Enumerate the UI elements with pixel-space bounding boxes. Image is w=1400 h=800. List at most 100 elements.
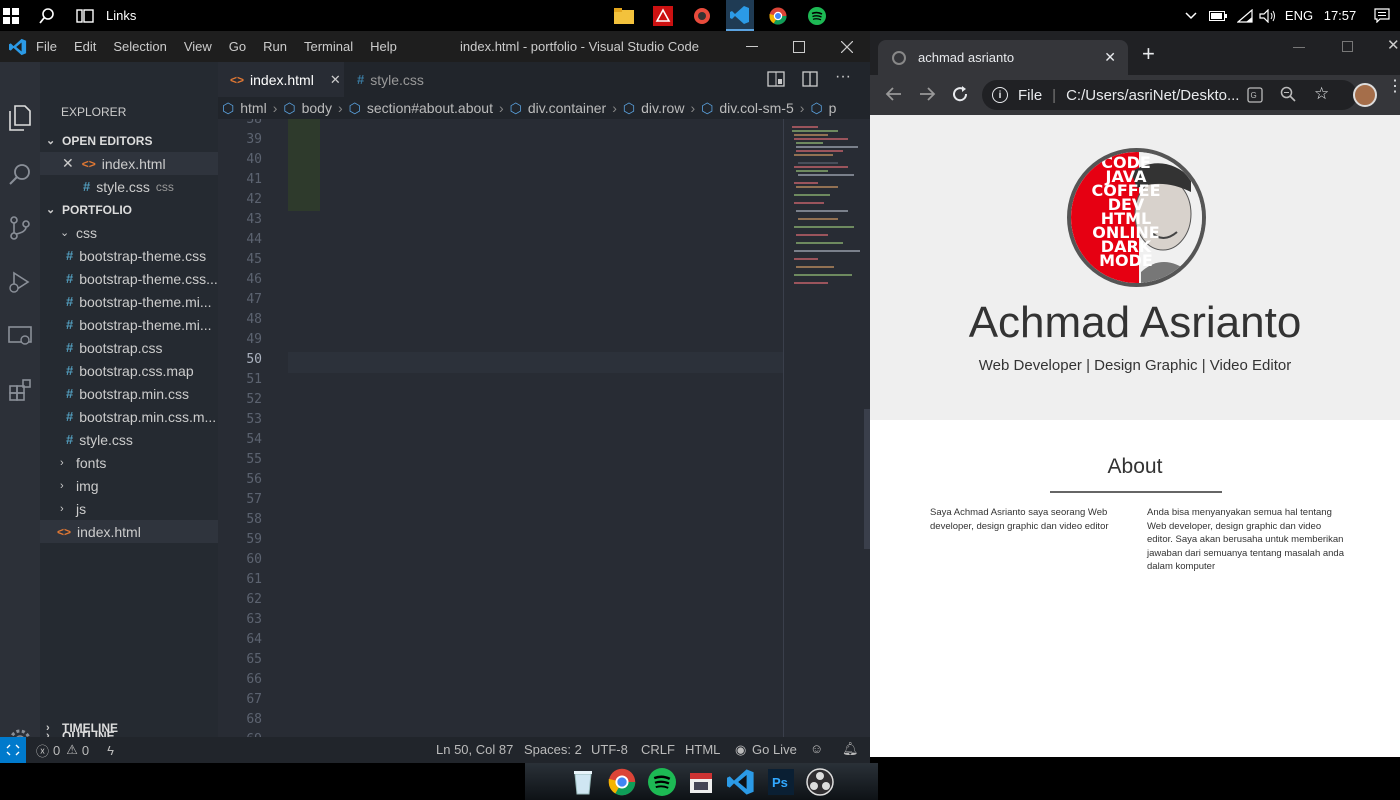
chrome-menu-icon[interactable]: ⋮ [1387,79,1400,95]
spotify-dock-icon[interactable] [646,766,678,798]
volume-icon[interactable] [1258,0,1278,31]
tree-folder-fonts[interactable]: › fonts [40,451,218,474]
tree-file[interactable]: # bootstrap-theme.css... [40,267,218,290]
task-view-icon[interactable] [74,0,96,31]
browser-tab[interactable]: achmad asrianto ✕ [878,40,1128,75]
run-debug-icon[interactable] [4,266,36,298]
remote-explorer-icon[interactable] [4,320,36,352]
breadcrumb-item[interactable]: div.col-sm-5 [719,100,793,116]
open-preview-icon[interactable] [767,71,785,92]
photoshop-dock-icon[interactable]: Ps [765,766,797,798]
translate-icon[interactable]: G [1247,87,1263,107]
breadcrumb-item[interactable]: html [240,100,266,116]
lightning-icon[interactable]: ϟ [107,743,114,758]
source-control-icon[interactable] [4,212,36,244]
clock[interactable]: 17:57 [1320,0,1360,31]
menu-selection[interactable]: Selection [113,39,166,54]
tree-folder-css[interactable]: ⌄ css [40,221,218,244]
minimap[interactable] [783,119,870,737]
tree-file-index[interactable]: <> index.html [40,520,218,543]
breadcrumb-item[interactable]: p [829,100,837,116]
spotify-taskbar-icon[interactable] [805,0,829,31]
warning-count[interactable]: 0 [82,743,89,758]
recycle-bin-icon[interactable] [567,766,599,798]
new-tab-icon[interactable]: + [1142,43,1155,65]
portfolio-header[interactable]: ⌄ PORTFOLIO [40,198,218,221]
tree-file[interactable]: # bootstrap-theme.mi... [40,290,218,313]
file-explorer-icon[interactable] [612,0,636,31]
error-icon[interactable]: ⓧ [36,741,49,760]
vscode-taskbar-icon[interactable] [726,0,754,31]
tree-file[interactable]: # bootstrap.min.css.m... [40,405,218,428]
menu-go[interactable]: Go [229,39,246,54]
reload-icon[interactable] [951,85,969,107]
close-tab-icon[interactable]: ✕ [1104,49,1116,66]
calendar-dock-icon[interactable] [685,766,717,798]
menu-terminal[interactable]: Terminal [304,39,353,54]
language-indicator[interactable]: ENG [1284,0,1314,31]
menu-run[interactable]: Run [263,39,287,54]
code-editor[interactable]: 38 39 40 41 42 43 44 45 46 47 48 49 50 5… [218,119,783,737]
tree-file[interactable]: # bootstrap-theme.css [40,244,218,267]
tree-file[interactable]: # bootstrap.css.map [40,359,218,382]
more-actions-icon[interactable]: ··· [835,68,851,86]
tree-folder-img[interactable]: › img [40,474,218,497]
line-ending[interactable]: CRLF [641,742,675,757]
minimize-button[interactable] [1293,47,1305,48]
bookmark-star-icon[interactable]: ☆ [1314,84,1329,104]
windows-start-icon[interactable] [0,0,22,31]
language-mode[interactable]: HTML [685,742,720,757]
tab-index-html[interactable]: <> index.html ✕ [218,62,344,97]
notification-icon[interactable] [1372,0,1392,31]
url-text[interactable]: C:/Users/asriNet/Deskto... [1066,87,1239,104]
chrome-taskbar-icon[interactable] [766,0,790,31]
acrobat-icon[interactable] [651,0,675,31]
search-icon[interactable] [4,158,36,190]
search-icon[interactable] [36,0,58,31]
feedback-icon[interactable]: ☺ [810,741,823,756]
cursor-position[interactable]: Ln 50, Col 87 [436,742,513,757]
tree-file[interactable]: # bootstrap-theme.mi... [40,313,218,336]
menu-edit[interactable]: Edit [74,39,96,54]
address-bar[interactable]: i File | C:/Users/asriNet/Deskto... G ☆ [982,80,1357,110]
timeline-header[interactable]: › TIMELINE [46,719,216,737]
maximize-button[interactable] [787,31,811,62]
menu-file[interactable]: File [36,39,57,54]
bell-icon[interactable]: 🔔︎ [842,741,859,757]
tree-file[interactable]: # bootstrap.min.css [40,382,218,405]
open-editors-header[interactable]: ⌄ OPEN EDITORS [40,129,218,152]
breadcrumb-item[interactable]: section#about.about [367,100,493,116]
go-live-button[interactable]: Go Live [752,742,797,757]
explorer-icon[interactable] [4,102,36,134]
links-toolbar-label[interactable]: Links [106,0,146,31]
wifi-icon[interactable] [1235,0,1255,31]
tree-file[interactable]: # bootstrap.css [40,336,218,359]
info-icon[interactable]: i [992,87,1008,103]
close-button[interactable]: ✕ [1387,36,1400,54]
extensions-icon[interactable] [4,374,36,406]
error-count[interactable]: 0 [53,743,60,758]
close-icon[interactable]: ✕ [62,155,74,172]
open-editor-item-style[interactable]: # style.css css [40,175,218,198]
battery-icon[interactable] [1208,0,1228,31]
close-icon[interactable]: ✕ [330,72,341,88]
chrome-dock-icon[interactable] [606,766,638,798]
warning-icon[interactable]: ⚠ [66,742,78,758]
tree-folder-js[interactable]: › js [40,497,218,520]
forward-icon[interactable] [918,85,936,107]
maximize-button[interactable] [1342,41,1353,52]
breadcrumb-item[interactable]: body [302,100,332,116]
indentation[interactable]: Spaces: 2 [524,742,582,757]
zoom-icon[interactable] [1280,86,1296,106]
close-button[interactable] [835,31,859,62]
back-icon[interactable] [885,85,903,107]
menu-help[interactable]: Help [370,39,397,54]
minimize-button[interactable] [740,31,764,62]
breadcrumb-item[interactable]: div.container [528,100,606,116]
breadcrumb-item[interactable]: div.row [641,100,684,116]
tree-file[interactable]: # style.css [40,428,218,451]
avatar[interactable] [1353,83,1377,107]
vscode-dock-icon[interactable] [725,766,757,798]
split-editor-icon[interactable] [802,71,818,92]
open-editor-item-index[interactable]: ✕ <> index.html [40,152,218,175]
